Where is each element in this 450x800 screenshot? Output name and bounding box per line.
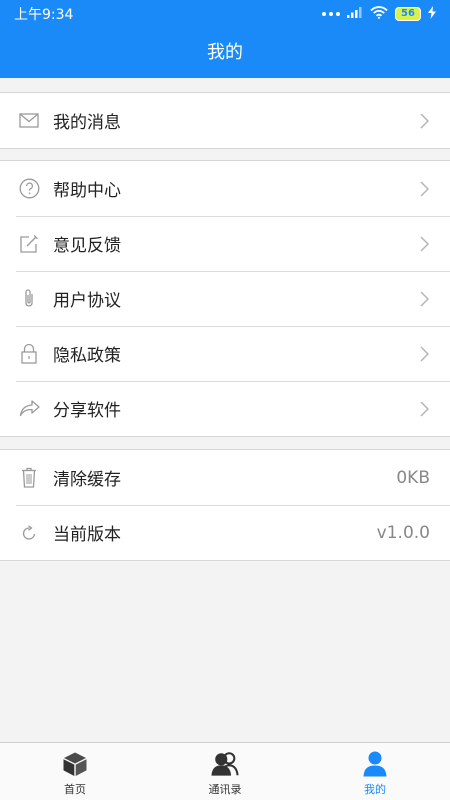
chevron-right-icon [418,112,430,130]
battery-icon: 56 [395,7,421,21]
header: 上午9:34 56 我的 [0,0,450,78]
menu-item-label: 意见反馈 [53,236,121,256]
chevron-right-icon [418,235,430,253]
share-icon [18,398,40,420]
menu-item-messages[interactable]: 我的消息 [0,93,450,148]
tab-contacts[interactable]: 通讯录 [150,743,300,800]
chevron-right-icon [418,345,430,363]
menu-item-share[interactable]: 分享软件 [0,381,450,436]
menu-item-label: 清除缓存 [53,470,121,490]
status-indicators: 56 [322,5,436,23]
more-dots-icon [322,12,340,16]
cube-icon [61,750,89,778]
menu-item-help[interactable]: 帮助中心 [0,161,450,216]
menu-item-user-agreement[interactable]: 用户协议 [0,271,450,326]
menu-item-privacy[interactable]: 隐私政策 [0,326,450,381]
bottom-tab-bar: 首页 通讯录 我的 [0,742,450,800]
charging-icon [428,5,436,23]
help-icon [18,178,40,200]
mail-icon [18,110,40,132]
menu-item-label: 我的消息 [53,113,121,133]
version-value: v1.0.0 [376,522,430,543]
menu-item-label: 帮助中心 [53,181,121,201]
refresh-icon [18,522,40,544]
menu-item-label: 隐私政策 [53,346,121,366]
lock-icon [18,343,40,365]
edit-icon [18,233,40,255]
paperclip-icon [18,288,40,310]
tab-label: 首页 [64,783,86,796]
status-time: 上午9:34 [14,7,74,23]
app-root: 上午9:34 56 我的 我的消息 帮助中心 意见反馈 用户协议 隐私政策 分享… [0,0,450,800]
menu-item-feedback[interactable]: 意见反馈 [0,216,450,271]
menu-item-label: 分享软件 [53,401,121,421]
status-bar: 上午9:34 56 [0,0,450,28]
menu-item-version[interactable]: 当前版本 v1.0.0 [0,505,450,560]
tab-label: 通讯录 [208,783,242,796]
section-info: 帮助中心 意见反馈 用户协议 隐私政策 分享软件 [0,160,450,437]
wifi-icon [370,5,388,23]
chevron-right-icon [418,180,430,198]
tab-home[interactable]: 首页 [0,743,150,800]
tab-mine[interactable]: 我的 [300,743,450,800]
menu-item-label: 用户协议 [53,291,121,311]
page-title: 我的 [207,42,243,63]
section-messages: 我的消息 [0,92,450,149]
menu-item-label: 当前版本 [53,525,121,545]
user-icon [361,750,389,778]
menu-item-clear-cache[interactable]: 清除缓存 0KB [0,450,450,505]
section-app: 清除缓存 0KB 当前版本 v1.0.0 [0,449,450,561]
contacts-icon [211,750,239,778]
battery-level: 56 [401,8,415,19]
signal-icon [347,6,363,22]
tab-label: 我的 [364,783,386,796]
trash-icon [18,467,40,489]
cache-size-value: 0KB [396,467,430,488]
chevron-right-icon [418,290,430,308]
chevron-right-icon [418,400,430,418]
